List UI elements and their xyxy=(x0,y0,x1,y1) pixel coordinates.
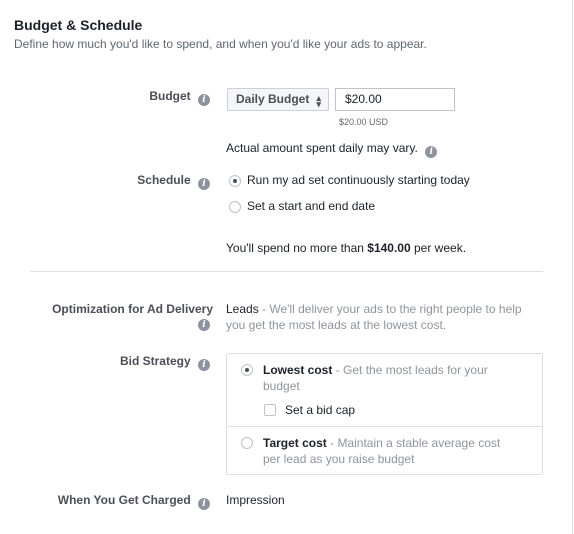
schedule-continuous-radio[interactable] xyxy=(229,175,241,187)
bid-lowest-cost-radio[interactable] xyxy=(241,364,253,376)
budget-type-dropdown[interactable]: Daily Budget ▴ ▾ xyxy=(227,88,329,111)
optimization-value-row: Leads - We'll deliver your ads to the ri… xyxy=(226,302,556,316)
section-subtitle: Define how much you'd like to spend, and… xyxy=(14,37,427,51)
weekly-spend-prefix: You'll spend no more than xyxy=(226,241,368,255)
bid-target-cost-radio[interactable] xyxy=(241,437,253,449)
section-divider xyxy=(30,271,543,272)
budget-amount-input[interactable]: $20.00 xyxy=(335,88,455,111)
info-icon[interactable]: i xyxy=(198,498,210,510)
optimization-label: Optimization for Ad Delivery xyxy=(52,302,213,316)
budget-note-row: Actual amount spent daily may vary. i xyxy=(226,141,438,158)
optimization-value: Leads xyxy=(226,302,259,316)
bid-strategy-label: Bid Strategy xyxy=(119,354,191,368)
optimization-desc-2: you get the most leads at the lowest cos… xyxy=(226,318,447,332)
bid-strategy-label-row: Bid Strategy i xyxy=(120,354,210,371)
charged-label-row: When You Get Charged i xyxy=(58,493,210,510)
budget-label-row: Budget i xyxy=(149,89,210,106)
schedule-label: Schedule xyxy=(137,173,191,187)
bid-target-cost-title: Target cost xyxy=(263,436,327,450)
schedule-start-end-radio[interactable] xyxy=(229,201,241,213)
schedule-start-end-label[interactable]: Set a start and end date xyxy=(247,199,375,213)
optimization-desc-1: - We'll deliver your ads to the right pe… xyxy=(258,302,522,316)
info-icon[interactable]: i xyxy=(198,319,210,331)
info-icon[interactable]: i xyxy=(198,359,210,371)
bid-lowest-cost-desc-1: - Get the most leads for your xyxy=(332,363,488,377)
weekly-spend-text: You'll spend no more than $140.00 per we… xyxy=(226,241,466,255)
charged-value: Impression xyxy=(226,493,285,507)
bid-cap-checkbox[interactable] xyxy=(264,404,276,416)
bid-lowest-cost-title: Lowest cost xyxy=(263,363,333,377)
budget-type-label: Daily Budget xyxy=(236,92,310,106)
bid-lowest-cost-desc-2: budget xyxy=(263,379,300,393)
bid-lowest-cost-row[interactable]: Lowest cost - Get the most leads for you… xyxy=(263,363,488,377)
info-icon[interactable]: i xyxy=(198,94,210,106)
weekly-spend-amount: $140.00 xyxy=(367,241,411,255)
schedule-continuous-label[interactable]: Run my ad set continuously starting toda… xyxy=(247,173,470,187)
charged-label: When You Get Charged xyxy=(57,493,191,507)
budget-note: Actual amount spent daily may vary. xyxy=(226,141,418,155)
bid-target-cost-row[interactable]: Target cost - Maintain a stable average … xyxy=(263,436,500,450)
weekly-spend-suffix: per week. xyxy=(410,241,467,255)
section-title: Budget & Schedule xyxy=(14,17,143,33)
budget-label: Budget xyxy=(149,89,191,103)
up-down-caret-icon: ▴ ▾ xyxy=(316,93,321,109)
bid-target-cost-desc-1: - Maintain a stable average cost xyxy=(326,436,501,450)
bid-cap-label[interactable]: Set a bid cap xyxy=(285,403,355,417)
budget-amount-hint: $20.00 USD xyxy=(339,117,389,127)
info-icon[interactable]: i xyxy=(198,178,210,190)
bid-option-divider xyxy=(227,426,542,427)
bid-target-cost-desc-2: per lead as you raise budget xyxy=(263,452,415,466)
schedule-label-row: Schedule i xyxy=(137,173,210,190)
info-icon[interactable]: i xyxy=(425,146,438,158)
